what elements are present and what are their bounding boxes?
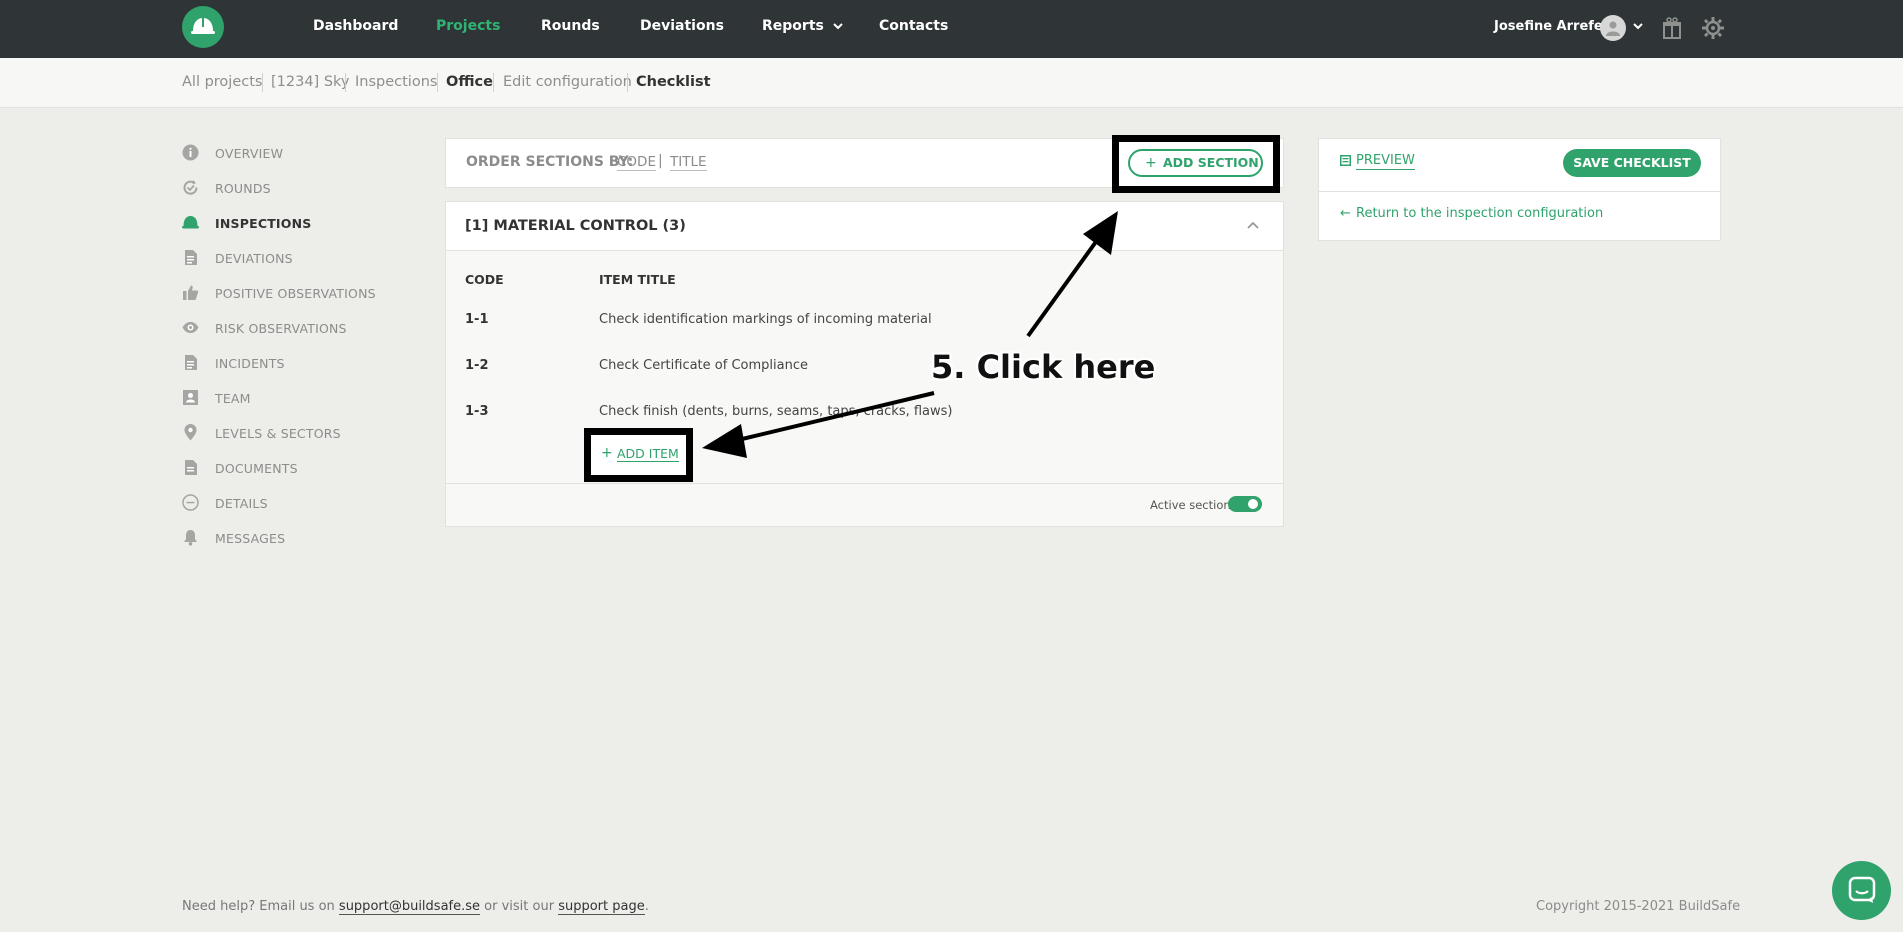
gift-icon[interactable]	[1662, 17, 1682, 39]
breadcrumb-office[interactable]: Office	[446, 74, 493, 90]
user-icon	[1606, 21, 1620, 36]
hardhat-icon	[182, 216, 199, 229]
nav-contacts[interactable]: Contacts	[879, 18, 948, 34]
section-header[interactable]: [1] MATERIAL CONTROL (3)	[445, 201, 1284, 251]
file-icon	[185, 460, 197, 475]
breadcrumb-separator	[262, 73, 263, 92]
bell-icon	[184, 530, 197, 546]
active-section-toggle[interactable]	[1228, 496, 1262, 512]
column-header-code: CODE	[465, 272, 504, 287]
document-icon	[185, 250, 197, 265]
sidebar-item-label: POSITIVE OBSERVATIONS	[215, 286, 376, 301]
support-page-link[interactable]: support page	[558, 899, 645, 915]
return-label: Return to the inspection configuration	[1356, 206, 1604, 221]
breadcrumb-all-projects[interactable]: All projects	[182, 74, 262, 90]
order-sections-label: ORDER SECTIONS BY:	[466, 154, 634, 170]
breadcrumb-project[interactable]: [1234] Sky	[271, 74, 350, 90]
info-icon	[182, 144, 199, 161]
breadcrumb-separator	[493, 73, 494, 92]
toggle-knob	[1248, 499, 1258, 509]
breadcrumb-separator	[345, 73, 346, 92]
avatar[interactable]	[1600, 15, 1626, 41]
top-navigation: Dashboard Projects Rounds Deviations Rep…	[0, 0, 1903, 58]
buildsafe-logo[interactable]	[182, 6, 224, 48]
gear-icon[interactable]	[1702, 17, 1724, 39]
table-row-title[interactable]: Check Certificate of Compliance	[599, 358, 808, 373]
add-item-label: ADD ITEM	[617, 446, 679, 462]
eye-icon	[182, 322, 199, 333]
plus-icon: +	[1145, 155, 1157, 171]
order-by-code-link[interactable]: CODE	[617, 154, 656, 171]
nav-deviations[interactable]: Deviations	[640, 18, 724, 34]
preview-icon	[1340, 155, 1351, 166]
breadcrumb-separator	[627, 73, 628, 92]
plus-icon: +	[601, 445, 613, 461]
nav-projects[interactable]: Projects	[436, 18, 500, 34]
sidebar-item-label: DEVIATIONS	[215, 251, 293, 266]
breadcrumb: All projects [1234] Sky Inspections Offi…	[0, 58, 1903, 108]
table-row-title[interactable]: Check identification markings of incomin…	[599, 312, 932, 327]
nav-reports[interactable]: Reports	[762, 18, 843, 34]
divider	[1318, 191, 1721, 192]
person-card-icon	[183, 390, 198, 405]
add-section-label: ADD SECTION	[1163, 155, 1259, 170]
support-email-link[interactable]: support@buildsafe.se	[338, 899, 481, 915]
sidebar-item-label: TEAM	[215, 391, 251, 406]
breadcrumb-edit-configuration[interactable]: Edit configuration	[503, 74, 632, 90]
table-row-code: 1-2	[465, 358, 489, 373]
refresh-check-icon	[183, 180, 198, 195]
footer-help: Need help? Email us on support@buildsafe…	[182, 899, 649, 915]
add-section-button[interactable]: + ADD SECTION	[1128, 149, 1263, 177]
nav-reports-label: Reports	[762, 18, 824, 34]
table-row-title[interactable]: Check finish (dents, burns, seams, taps,…	[599, 404, 952, 419]
order-by-title-link[interactable]: TITLE	[670, 154, 707, 171]
column-header-item-title: ITEM TITLE	[599, 272, 676, 287]
chevron-down-icon[interactable]	[1632, 21, 1644, 31]
section-items	[445, 251, 1284, 483]
map-pin-icon	[184, 424, 197, 441]
chevron-up-icon[interactable]	[1246, 220, 1260, 230]
thumbs-up-icon	[183, 285, 199, 300]
nav-rounds[interactable]: Rounds	[541, 18, 600, 34]
sidebar-item-label: INCIDENTS	[215, 356, 285, 371]
section-title: [1] MATERIAL CONTROL (3)	[465, 218, 686, 234]
chevron-down-icon	[833, 23, 843, 30]
sidebar-item-label: ROUNDS	[215, 181, 271, 196]
document-icon	[185, 355, 197, 370]
footer-help-prefix: Need help? Email us on	[182, 899, 335, 914]
sidebar-item-label: RISK OBSERVATIONS	[215, 321, 347, 336]
chat-button[interactable]	[1832, 861, 1891, 920]
sidebar-item-label: DETAILS	[215, 496, 268, 511]
breadcrumb-separator	[437, 73, 438, 92]
active-section-label: Active section	[1150, 498, 1231, 512]
footer-help-middle: or visit our	[484, 899, 555, 914]
more-circle-icon	[182, 494, 199, 511]
save-checklist-button[interactable]: SAVE CHECKLIST	[1563, 149, 1701, 177]
sidebar-item-label: DOCUMENTS	[215, 461, 298, 476]
section-footer: Active section	[445, 483, 1284, 527]
footer-help-suffix: .	[644, 899, 649, 914]
copyright: Copyright 2015-2021 BuildSafe	[1536, 899, 1741, 914]
hardhat-icon	[191, 18, 215, 34]
arrow-left-icon: ←	[1340, 206, 1351, 221]
sidebar-item-label: OVERVIEW	[215, 146, 284, 161]
sidebar-item-label: LEVELS & SECTORS	[215, 426, 341, 441]
sidebar-item-label: MESSAGES	[215, 531, 286, 546]
table-row-code: 1-1	[465, 312, 489, 327]
order-separator: |	[658, 153, 663, 169]
breadcrumb-inspections[interactable]: Inspections	[355, 74, 437, 90]
breadcrumb-checklist: Checklist	[636, 74, 711, 90]
sidebar-item-label: INSPECTIONS	[215, 216, 312, 231]
preview-label: PREVIEW	[1356, 153, 1415, 170]
table-row-code: 1-3	[465, 404, 489, 419]
chat-icon	[1848, 876, 1876, 903]
user-name[interactable]: Josefine Arrefelt	[1494, 19, 1613, 34]
annotation-text: 5. Click here	[931, 348, 1156, 386]
nav-dashboard[interactable]: Dashboard	[313, 18, 398, 34]
